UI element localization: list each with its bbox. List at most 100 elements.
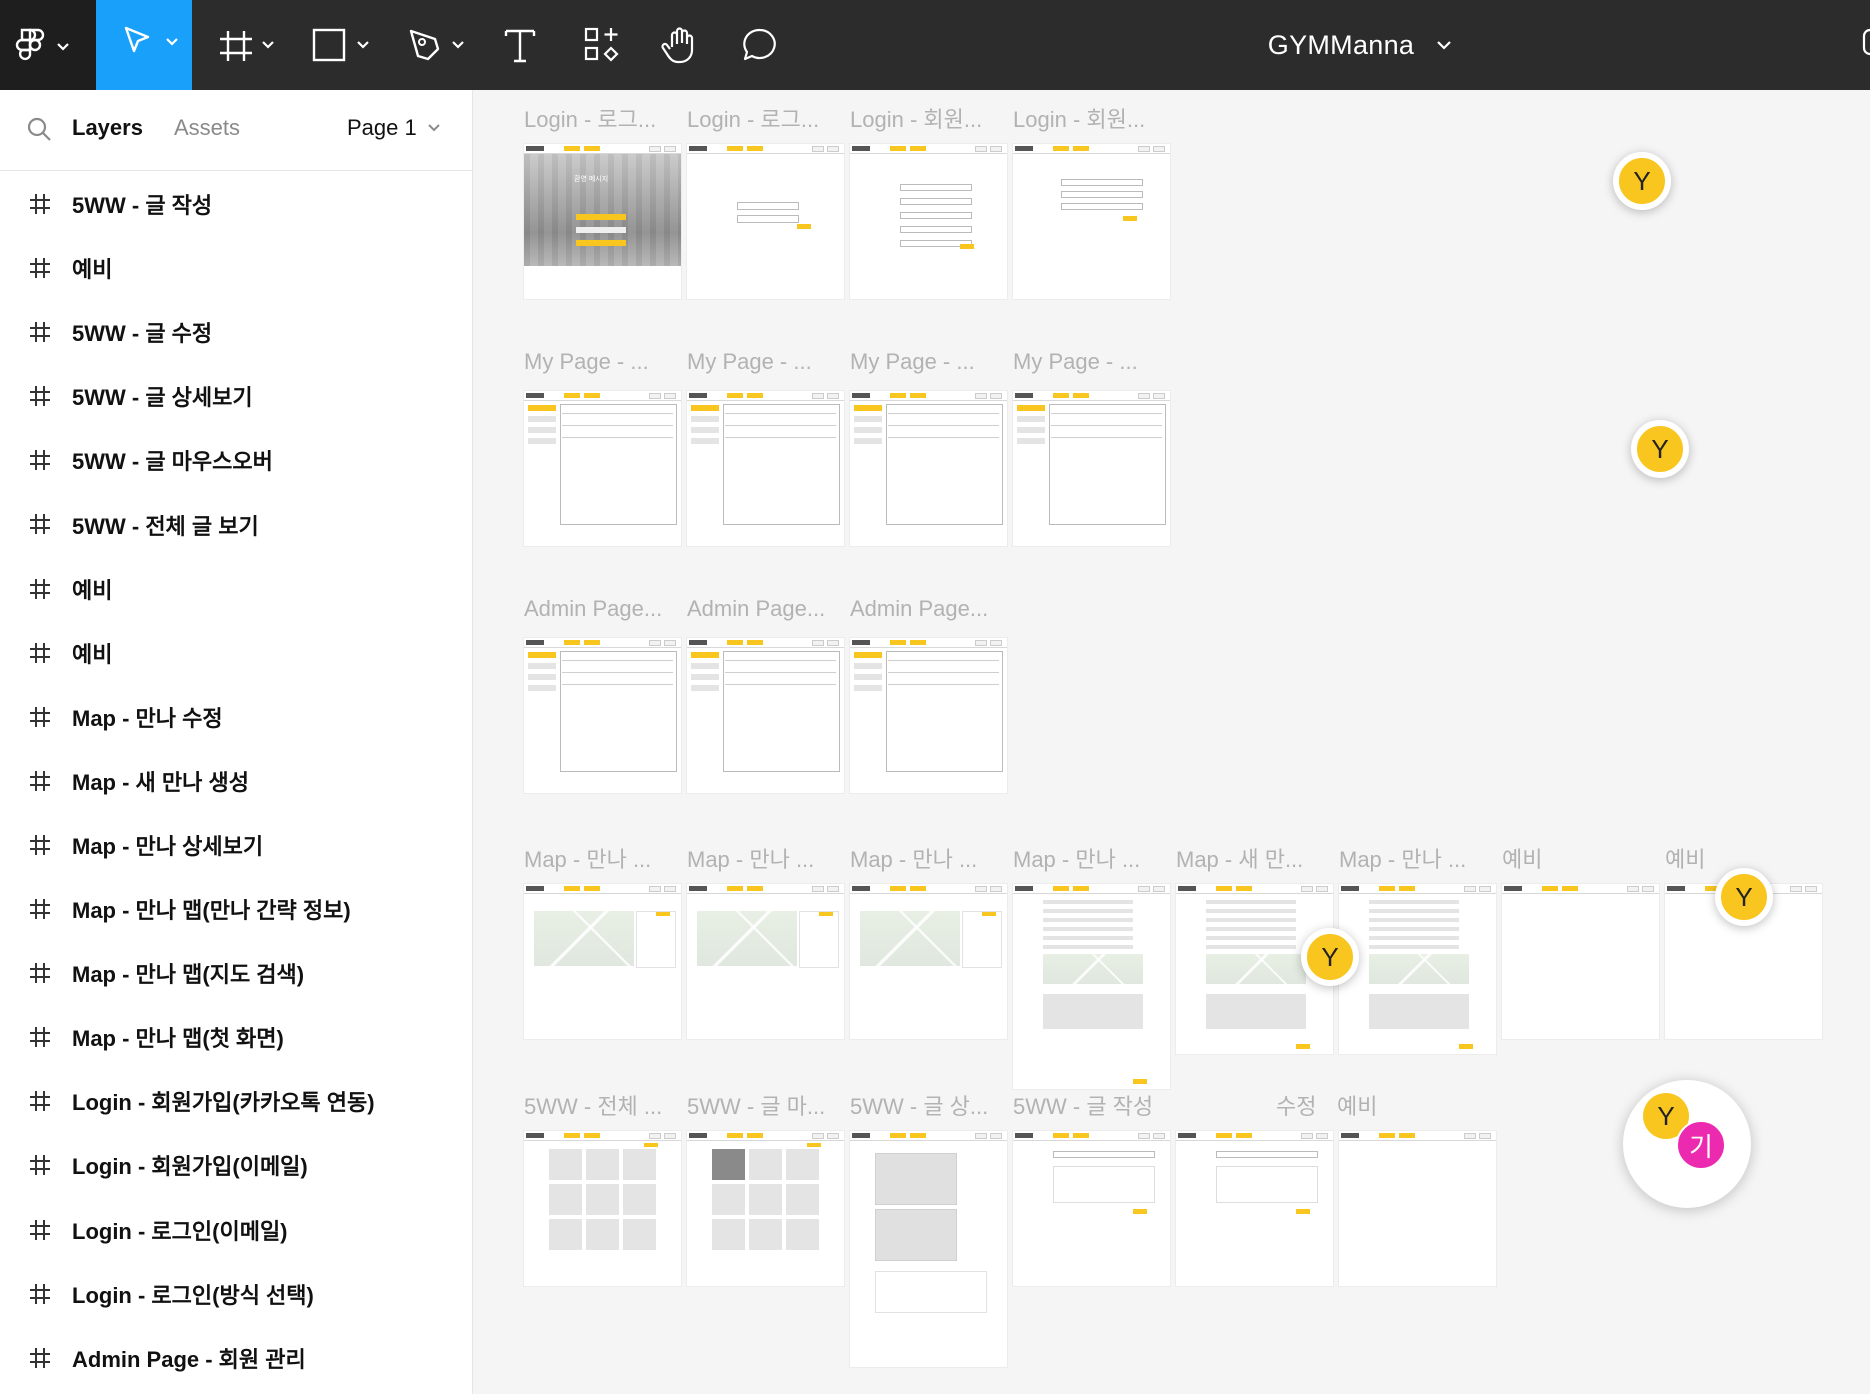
pen-tool-button[interactable] xyxy=(405,0,475,90)
frame-thumbnail[interactable]: 환영 메시지 xyxy=(524,144,681,299)
resources-tool-button[interactable] xyxy=(582,0,622,90)
collaborator-avatar[interactable]: Y xyxy=(1631,420,1689,478)
layer-item[interactable]: Map - 만나 수정 xyxy=(0,685,472,749)
layer-item[interactable]: 예비 xyxy=(0,621,472,685)
layer-item[interactable]: 5WW - 전체 글 보기 xyxy=(0,492,472,556)
frame-label[interactable]: Login - 로그... xyxy=(524,102,674,134)
frame-table-line xyxy=(1051,413,1162,414)
search-icon[interactable] xyxy=(26,116,52,142)
tab-layers[interactable]: Layers xyxy=(72,115,143,141)
frame-label[interactable]: My Page - ... xyxy=(1013,349,1163,375)
figma-menu-button[interactable] xyxy=(0,0,96,90)
tab-assets[interactable]: Assets xyxy=(174,115,240,141)
frame-thumbnail[interactable] xyxy=(1013,391,1170,546)
frame-table-line xyxy=(725,413,836,414)
frame-thumbnail[interactable] xyxy=(687,1131,844,1286)
frame-label[interactable]: Map - 만나 ... xyxy=(1339,842,1489,874)
layer-item[interactable]: Map - 만나 맵(첫 화면) xyxy=(0,1005,472,1069)
layer-item[interactable]: Login - 회원가입(이메일) xyxy=(0,1133,472,1197)
layer-item[interactable]: Map - 새 만나 생성 xyxy=(0,749,472,813)
layer-item[interactable]: Admin Page - 회원 관리 xyxy=(0,1326,472,1390)
collaborator-avatar[interactable]: Y xyxy=(1715,868,1773,926)
frame-thumbnail[interactable] xyxy=(687,884,844,1039)
layer-item[interactable]: 예비 xyxy=(0,557,472,621)
frame-hash-icon xyxy=(30,1091,50,1112)
frame-label[interactable]: My Page - ... xyxy=(850,349,1000,375)
layer-item[interactable]: Login - 회원가입(카카오톡 연동) xyxy=(0,1069,472,1133)
layer-item[interactable]: Map - 만나 상세보기 xyxy=(0,813,472,877)
frame-thumbnail[interactable] xyxy=(687,391,844,546)
frame-nav-tab xyxy=(747,640,763,645)
frame-label[interactable]: Admin Page... xyxy=(850,596,1000,622)
frame-label[interactable]: 5WW - 전체 ... xyxy=(524,1089,674,1121)
frame-nav-tab xyxy=(747,393,763,398)
frame-hash-icon xyxy=(30,642,50,663)
layer-item[interactable]: 5WW - 글 마우스오버 xyxy=(0,428,472,492)
layer-item[interactable]: Map - 만나 맵(만나 간략 정보) xyxy=(0,877,472,941)
frame-label[interactable]: 예비 xyxy=(1337,1089,1487,1121)
frame-label[interactable]: Map - 만나 ... xyxy=(687,842,837,874)
frame-thumbnail[interactable] xyxy=(1339,1131,1496,1286)
layer-item[interactable]: 5WW - 글 수정 xyxy=(0,300,472,364)
frame-textarea xyxy=(1053,1166,1155,1203)
frame-thumbnail[interactable] xyxy=(1013,884,1170,1089)
move-tool-button[interactable] xyxy=(96,0,192,90)
layer-item[interactable]: Map - 만나 맵(지도 검색) xyxy=(0,941,472,1005)
comment-tool-button[interactable] xyxy=(740,0,780,90)
frame-thumbnail[interactable] xyxy=(1339,884,1496,1054)
frame-thumbnail[interactable] xyxy=(524,638,681,793)
frame-thumbnail[interactable] xyxy=(1176,1131,1333,1286)
frame-thumbnail[interactable] xyxy=(850,884,1007,1039)
frame-hash-icon xyxy=(30,578,50,599)
frame-thumbnail[interactable] xyxy=(524,884,681,1039)
layer-item[interactable]: 5WW - 글 상세보기 xyxy=(0,364,472,428)
frame-thumbnail[interactable] xyxy=(1502,884,1659,1039)
frame-logo xyxy=(689,1133,707,1138)
collaborator-avatar[interactable]: Y xyxy=(1613,152,1671,210)
frame-tool-button[interactable] xyxy=(218,0,288,90)
collaborator-avatar[interactable]: 기 xyxy=(1676,1120,1726,1170)
layer-item[interactable]: Login - 로그인(이메일) xyxy=(0,1198,472,1262)
frame-label[interactable]: Login - 로그... xyxy=(687,102,837,134)
design-canvas[interactable]: Login - 로그... 환영 메시지 Login - 로그... Login - … xyxy=(473,90,1870,1394)
frame-thumbnail[interactable] xyxy=(850,391,1007,546)
file-title-menu[interactable]: GYMManna xyxy=(1160,0,1560,90)
file-title: GYMManna xyxy=(1267,29,1415,60)
text-tool-button[interactable] xyxy=(500,0,540,90)
frame-label[interactable]: 5WW - 글 작성 xyxy=(1013,1089,1163,1121)
frame-label[interactable]: Login - 회원... xyxy=(1013,102,1163,134)
frame-thumbnail[interactable] xyxy=(524,1131,681,1286)
layer-item[interactable]: Login - 로그인(방식 선택) xyxy=(0,1262,472,1326)
share-icon[interactable] xyxy=(1862,26,1870,56)
frame-thumbnail[interactable] xyxy=(850,638,1007,793)
frame-label[interactable]: 5WW - 글 마... xyxy=(687,1089,837,1121)
collaborator-avatar[interactable]: Y xyxy=(1301,928,1359,986)
frame-label[interactable]: My Page - ... xyxy=(524,349,674,375)
frame-label[interactable]: 예비 xyxy=(1502,842,1652,874)
frame-label[interactable]: Admin Page... xyxy=(524,596,674,622)
frame-nav-tab xyxy=(584,1133,600,1138)
frame-label[interactable]: My Page - ... xyxy=(687,349,837,375)
frame-label[interactable]: Map - 만나 ... xyxy=(524,842,674,874)
hand-tool-button[interactable] xyxy=(660,0,700,90)
frame-label[interactable]: Login - 회원... xyxy=(850,102,1000,134)
shape-tool-button[interactable] xyxy=(310,0,380,90)
frame-nav-tab xyxy=(1073,146,1089,151)
frame-thumbnail[interactable] xyxy=(1013,1131,1170,1286)
frame-label[interactable]: Admin Page... xyxy=(687,596,837,622)
frame-thumbnail[interactable] xyxy=(524,391,681,546)
frame-label[interactable]: Map - 만나 ... xyxy=(850,842,1000,874)
frame-thumbnail[interactable] xyxy=(1013,144,1170,299)
layer-item[interactable]: 5WW - 글 작성 xyxy=(0,172,472,236)
frame-button xyxy=(807,1143,821,1147)
frame-thumbnail[interactable] xyxy=(850,144,1007,299)
page-selector[interactable]: Page 1 xyxy=(347,115,441,141)
layer-item[interactable]: 예비 xyxy=(0,236,472,300)
frame-hash-icon xyxy=(30,386,50,407)
frame-label[interactable]: Map - 새 만... xyxy=(1176,842,1326,874)
frame-thumbnail[interactable] xyxy=(687,144,844,299)
frame-thumbnail[interactable] xyxy=(850,1131,1007,1367)
frame-label[interactable]: 5WW - 글 상... xyxy=(850,1089,1000,1121)
frame-thumbnail[interactable] xyxy=(687,638,844,793)
frame-label[interactable]: Map - 만나 ... xyxy=(1013,842,1163,874)
